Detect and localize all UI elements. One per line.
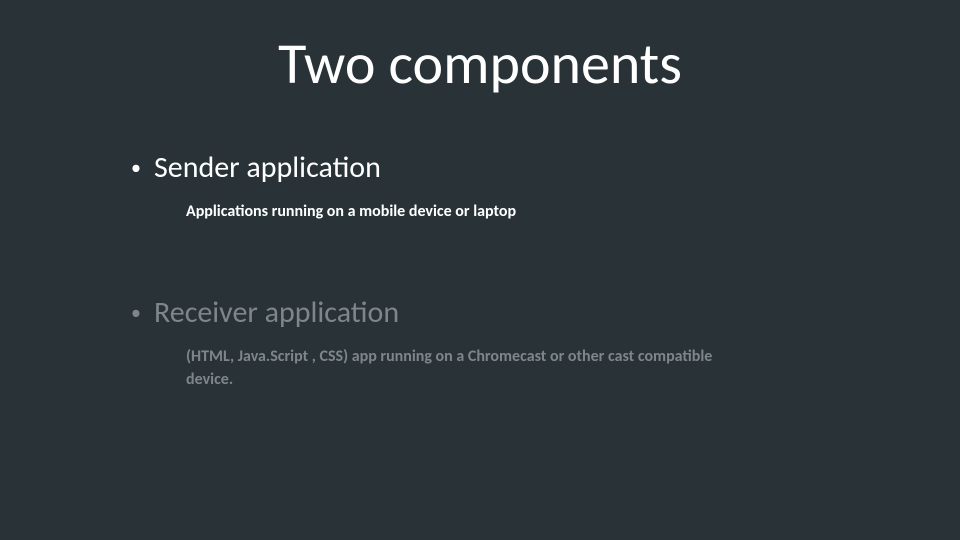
bullet-line: • Sender application (118, 150, 838, 186)
bullet-description: Applications running on a mobile device … (186, 200, 756, 223)
bullet-dot-icon: • (118, 303, 154, 323)
bullet-dot-icon: • (118, 158, 154, 178)
bullet-description: (HTML, Java.Script , CSS) app running on… (186, 345, 756, 391)
bullet-item-sender: • Sender application Applications runnin… (118, 150, 838, 223)
bullet-label: Receiver application (154, 295, 399, 331)
bullet-line: • Receiver application (118, 295, 838, 331)
bullet-label: Sender application (154, 150, 381, 186)
slide-title: Two components (0, 28, 960, 99)
slide: Two components • Sender application Appl… (0, 0, 960, 540)
slide-body: • Sender application Applications runnin… (118, 150, 838, 464)
bullet-item-receiver: • Receiver application (HTML, Java.Scrip… (118, 295, 838, 391)
